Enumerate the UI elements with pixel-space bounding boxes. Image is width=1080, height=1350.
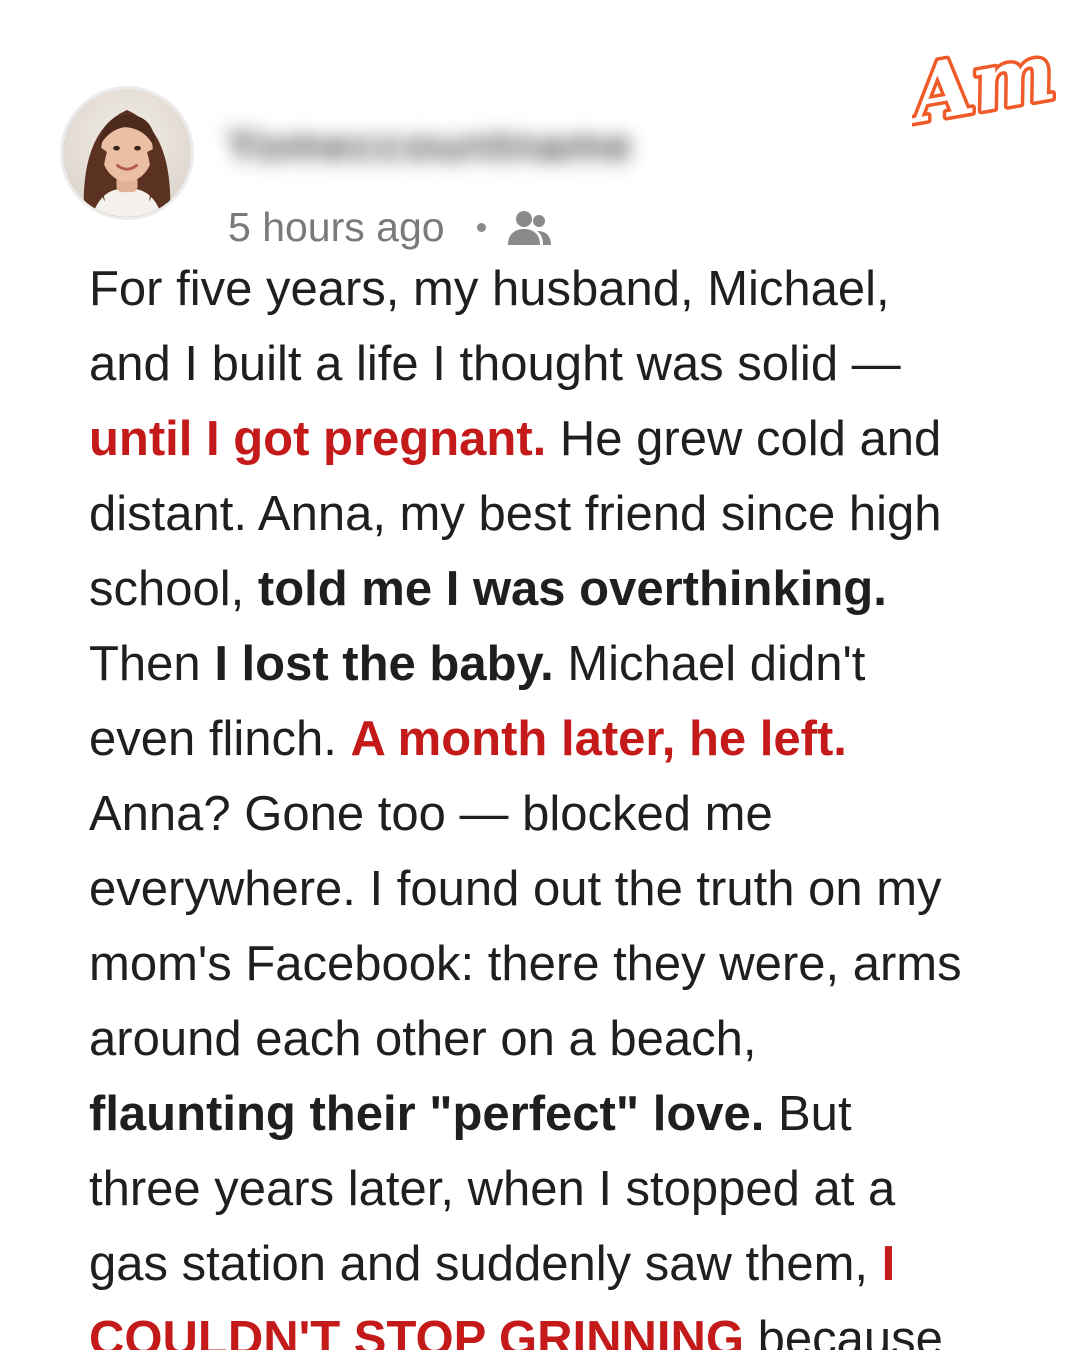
post-text: because [744,1312,943,1350]
post-text: even flinch. [89,712,351,766]
post-text-line: three years later, when I stopped at a [89,1152,1059,1227]
timestamp[interactable]: 5 hours ago [228,204,445,251]
post-text: around each other on a beach, [89,1012,757,1066]
post-text-line: around each other on a beach, [89,1002,1059,1077]
post-text: He grew cold and [546,412,942,466]
post-text-line: Anna? Gone too — blocked me [89,777,1059,852]
post-text-line: distant. Anna, my best friend since high [89,477,1059,552]
user-avatar-photo [63,89,191,217]
post-text: everywhere. I found out the truth on my [89,862,942,916]
highlight-text: COULDN'T STOP GRINNING [89,1312,745,1350]
post-text-line: school, told me I was overthinking. [89,552,1059,627]
post-text-line: gas station and suddenly saw them, I [89,1227,1059,1302]
bold-text: I lost the baby. [214,637,554,691]
post-text-line: Then I lost the baby. Michael didn't [89,627,1059,702]
highlight-text: A month later, he left. [350,712,847,766]
post-text: Michael didn't [553,637,866,691]
post-text-line: For five years, my husband, Michael, [89,252,1059,327]
post-text: Then [89,637,215,691]
post-text-line: everywhere. I found out the truth on my [89,852,1059,927]
highlight-text: I [881,1237,896,1291]
post-text-line: and I built a life I thought was solid — [89,327,1059,402]
friends-icon [507,211,551,245]
highlight-text: until I got pregnant. [89,412,547,466]
post-text: For five years, my husband, Michael, [89,262,890,316]
avatar[interactable] [60,86,194,220]
post-text-line: mom's Facebook: there they were, arms [89,927,1059,1002]
post-text-line: until I got pregnant. He grew cold and [89,402,1059,477]
username[interactable]: Yomeccountname [226,118,633,172]
post-body: For five years, my husband, Michael, and … [89,252,1059,1350]
bold-text: flaunting their "perfect" love. [89,1087,765,1141]
post-text: three years later, when I stopped at a [89,1162,896,1216]
post-text-line: flaunting their "perfect" love. But [89,1077,1059,1152]
post-text: Anna? Gone too — blocked me [89,787,773,841]
post-text: school, [89,562,258,616]
post-text: distant. Anna, my best friend since high [89,487,942,541]
post-text-line: even flinch. A month later, he left. [89,702,1059,777]
brand-logo-text: Am [912,28,1057,133]
post-text-line: COULDN'T STOP GRINNING because [89,1302,1059,1350]
brand-logo: Am [912,28,1057,133]
post-meta: 5 hours ago [228,202,554,252]
post-text: gas station and suddenly saw them, [89,1237,882,1291]
separator-dot [476,222,486,232]
post-text: But [764,1087,852,1141]
post-text: and I built a life I thought was solid — [89,337,901,391]
post-text: mom's Facebook: there they were, arms [89,937,962,991]
bold-text: told me I was overthinking. [257,562,887,616]
